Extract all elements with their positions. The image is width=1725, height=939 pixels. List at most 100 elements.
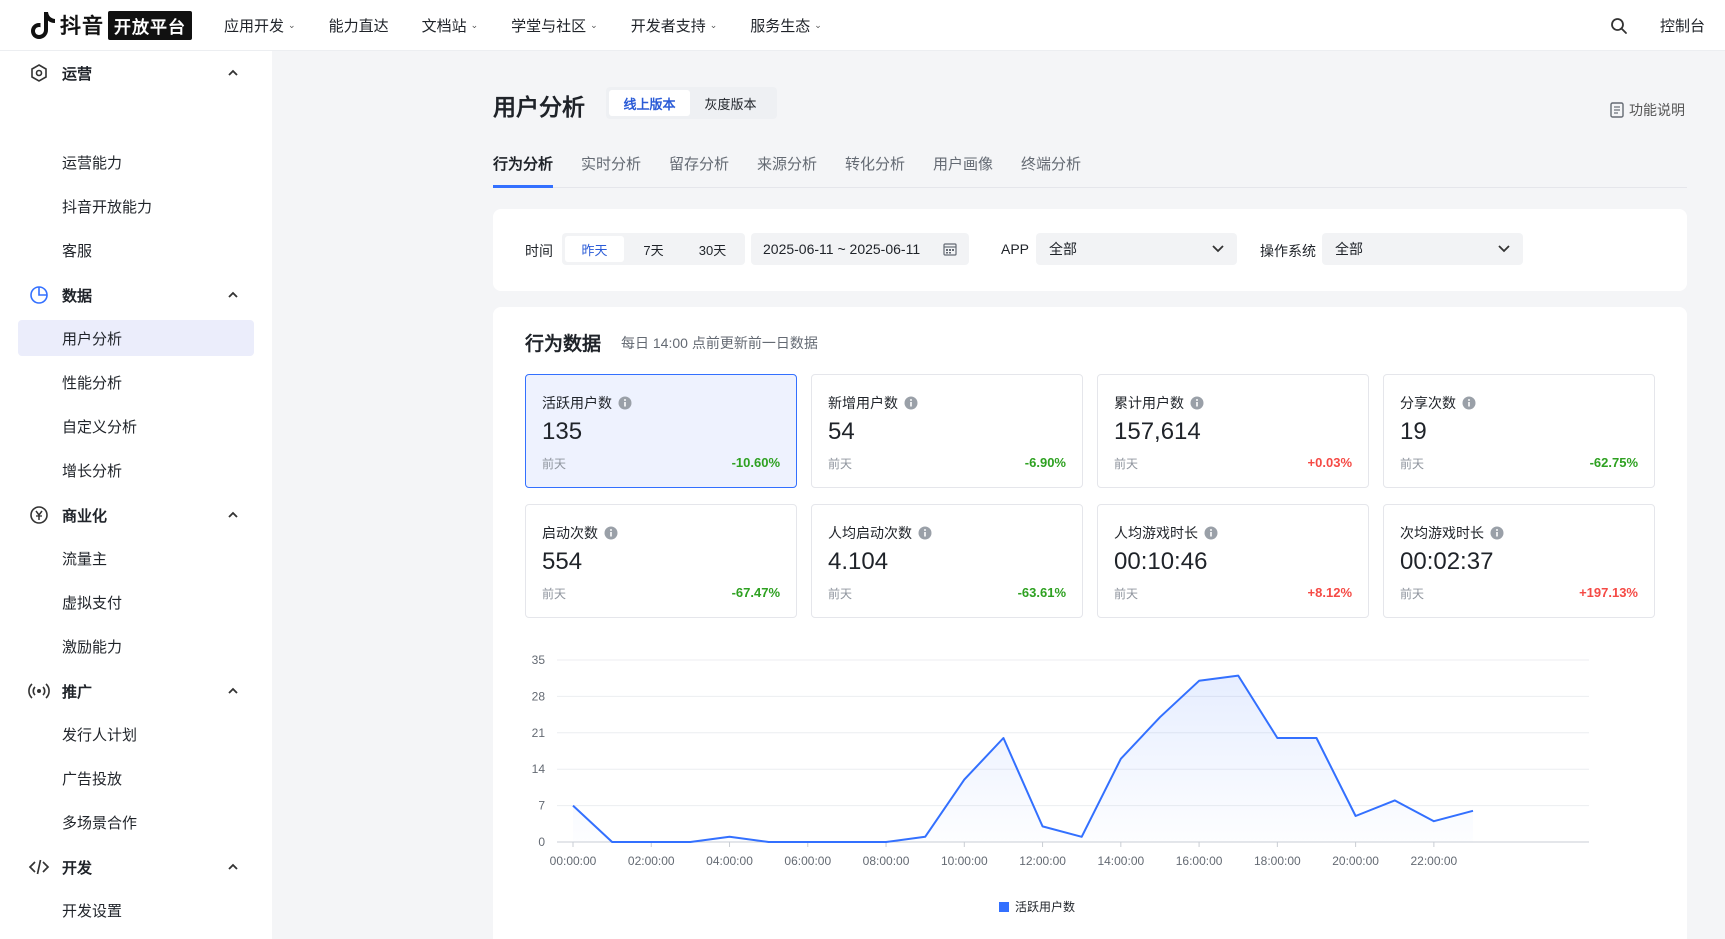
chevron-down-icon: ⌄	[288, 19, 296, 30]
sidebar-item-dev-settings[interactable]: 开发设置	[18, 892, 254, 928]
version-gray-button[interactable]: 灰度版本	[690, 90, 771, 116]
yen-icon	[28, 504, 50, 526]
metric-card[interactable]: 人均游戏时长 00:10:46 前天 +8.12%	[1097, 504, 1369, 618]
sidebar-item-douyin-open[interactable]: 抖音开放能力	[18, 188, 254, 224]
time-range-selector: 昨天 7天 30天	[562, 233, 745, 265]
metric-value: 54	[828, 418, 855, 445]
sidebar-group-label: 推广	[62, 683, 93, 701]
top-navbar: 抖音 开放平台 应用开发 ⌄ 能力直达 文档站 ⌄ 学堂与社区 ⌄ 开发者支持 ⌄ 服务…	[0, 0, 1725, 51]
x-tick-label: 02:00:00	[628, 854, 675, 868]
brand-logo[interactable]: 抖音 开放平台	[30, 10, 192, 40]
sidebar-group-data[interactable]: 数据	[0, 273, 272, 317]
topnav-label: 应用开发	[224, 17, 285, 35]
sidebar-group-monetization[interactable]: 商业化	[0, 493, 272, 537]
sidebar-item-performance[interactable]: 性能分析	[18, 364, 254, 400]
x-tick-label: 20:00:00	[1332, 854, 1379, 868]
info-icon[interactable]	[1184, 396, 1204, 410]
info-icon[interactable]	[898, 396, 918, 410]
tab-realtime[interactable]: 实时分析	[581, 153, 641, 174]
metric-compare-label: 前天	[1114, 587, 1139, 601]
info-icon[interactable]	[612, 396, 632, 410]
topnav-item-community[interactable]: 学堂与社区 ⌄	[511, 15, 598, 36]
chevron-down-icon: ⌄	[814, 19, 822, 30]
metric-card[interactable]: 人均启动次数 4.104 前天 -63.61%	[811, 504, 1083, 618]
metric-compare-label: 前天	[1114, 457, 1139, 471]
metric-compare-label: 前天	[1400, 587, 1425, 601]
date-range-picker[interactable]: 2025-06-11 ~ 2025-06-11	[751, 233, 969, 265]
range-7days-button[interactable]: 7天	[624, 236, 683, 262]
metric-value: 4.104	[828, 548, 889, 575]
function-doc-link[interactable]: 功能说明	[1610, 100, 1685, 120]
version-online-button[interactable]: 线上版本	[609, 90, 690, 116]
chevron-up-icon	[228, 291, 238, 298]
brand-name: 抖音	[60, 15, 104, 38]
app-select[interactable]: 全部	[1036, 233, 1237, 265]
sidebar-group-promotion[interactable]: 推广	[0, 669, 272, 713]
metric-card[interactable]: 分享次数 19 前天 -62.75%	[1383, 374, 1655, 488]
console-link[interactable]: 控制台	[1660, 15, 1705, 36]
metric-compare-label: 前天	[1400, 457, 1425, 471]
tab-source[interactable]: 来源分析	[757, 153, 817, 174]
sidebar-item-traffic-owner[interactable]: 流量主	[18, 540, 254, 576]
metric-compare-label: 前天	[828, 587, 853, 601]
sidebar-item-ad-delivery[interactable]: 广告投放	[18, 760, 254, 796]
sidebar-item-customer-service[interactable]: 客服	[18, 232, 254, 268]
sidebar-group-settings[interactable]: 设置	[0, 933, 272, 939]
sidebar-item-operation-capability[interactable]: 运营能力	[18, 144, 254, 180]
info-icon[interactable]	[1456, 396, 1476, 410]
topnav-item-docs[interactable]: 文档站 ⌄	[422, 15, 479, 36]
metric-label: 累计用户数	[1114, 393, 1204, 413]
x-tick-label: 16:00:00	[1176, 854, 1223, 868]
sidebar-item-custom-analysis[interactable]: 自定义分析	[18, 408, 254, 444]
sidebar-group-label: 数据	[62, 287, 93, 305]
metric-card[interactable]: 新增用户数 54 前天 -6.90%	[811, 374, 1083, 488]
operation-icon	[28, 62, 50, 84]
sidebar-item-virtual-payment[interactable]: 虚拟支付	[18, 584, 254, 620]
info-icon[interactable]	[1198, 526, 1218, 540]
chevron-down-icon: ⌄	[590, 19, 598, 30]
metric-card[interactable]: 累计用户数 157,614 前天 +0.03%	[1097, 374, 1369, 488]
info-icon[interactable]	[598, 526, 618, 540]
range-30days-button[interactable]: 30天	[683, 236, 742, 262]
tab-user-profile[interactable]: 用户画像	[933, 153, 993, 174]
os-select[interactable]: 全部	[1322, 233, 1523, 265]
metric-label: 人均启动次数	[828, 523, 932, 543]
sidebar-item-multi-scene[interactable]: 多场景合作	[18, 804, 254, 840]
metric-change: +197.13%	[1579, 585, 1638, 600]
metric-card[interactable]: 次均游戏时长 00:02:37 前天 +197.13%	[1383, 504, 1655, 618]
analysis-tabs: 行为分析 实时分析 留存分析 来源分析 转化分析 用户画像 终端分析	[493, 150, 1687, 188]
section-subtitle: 每日 14:00 点前更新前一日数据	[621, 335, 818, 351]
topnav-item-app-dev[interactable]: 应用开发 ⌄	[224, 15, 296, 36]
metric-change: -62.75%	[1589, 455, 1638, 470]
range-yesterday-button[interactable]: 昨天	[565, 236, 624, 262]
topnav-label: 文档站	[421, 17, 467, 35]
tab-behavior[interactable]: 行为分析	[493, 153, 553, 174]
active-users-chart: 0 7 14 21 28 35 00:00:00 02:00:00 04:00:00 06:00:…	[532, 653, 1589, 914]
sidebar-group-develop[interactable]: 开发	[0, 845, 272, 889]
os-label: 操作系统	[1260, 243, 1316, 259]
metric-card[interactable]: 启动次数 554 前天 -67.47%	[525, 504, 797, 618]
sidebar-item-growth[interactable]: 增长分析	[18, 452, 254, 488]
broadcast-icon	[28, 680, 50, 702]
date-range-value: 2025-06-11 ~ 2025-06-11	[763, 241, 921, 257]
x-tick-label: 00:00:00	[550, 854, 597, 868]
info-icon[interactable]	[1484, 526, 1504, 540]
sidebar-item-publisher-plan[interactable]: 发行人计划	[18, 716, 254, 752]
tab-device[interactable]: 终端分析	[1021, 153, 1081, 174]
search-icon[interactable]	[1610, 17, 1628, 35]
topnav-item-ecosystem[interactable]: 服务生态 ⌄	[750, 15, 822, 36]
sidebar-item-user-analysis[interactable]: 用户分析	[18, 320, 254, 356]
chevron-up-icon	[228, 687, 238, 694]
metric-label: 启动次数	[542, 523, 618, 543]
behavior-data-card: 行为数据 每日 14:00 点前更新前一日数据 活跃用户数 135 前天 -10.60…	[493, 307, 1687, 939]
info-icon[interactable]	[912, 526, 932, 540]
sidebar-group-operation[interactable]: 运营	[0, 51, 272, 95]
os-select-value: 全部	[1335, 241, 1363, 257]
sidebar-item-incentive[interactable]: 激励能力	[18, 628, 254, 664]
sidebar-group-label: 商业化	[62, 507, 108, 525]
topnav-item-support[interactable]: 开发者支持 ⌄	[631, 15, 718, 36]
topnav-item-capability[interactable]: 能力直达	[329, 15, 389, 36]
metric-card[interactable]: 活跃用户数 135 前天 -10.60%	[525, 374, 797, 488]
tab-conversion[interactable]: 转化分析	[845, 153, 905, 174]
tab-retention[interactable]: 留存分析	[669, 153, 729, 174]
